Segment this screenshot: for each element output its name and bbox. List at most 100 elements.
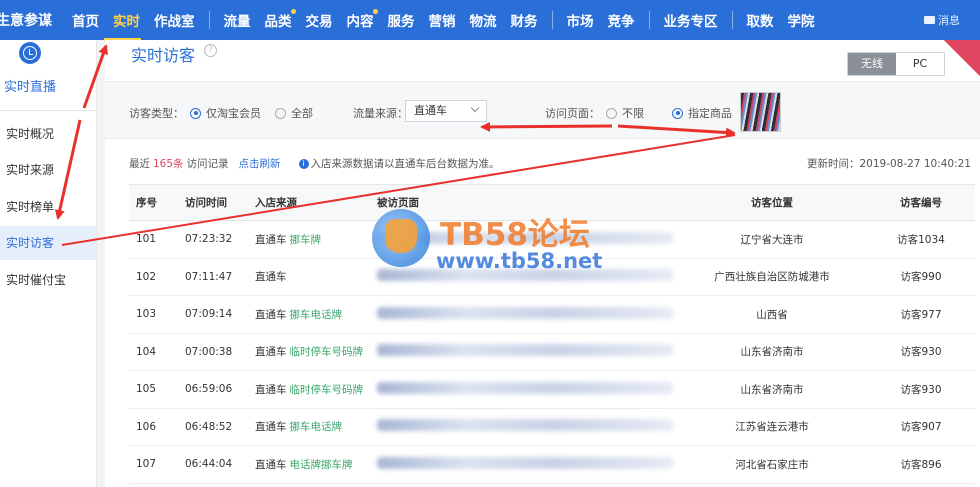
nav-item-4[interactable]: 品类 — [265, 9, 296, 30]
nav-item-12[interactable]: 竞争 — [608, 10, 635, 30]
radio-members-only-label[interactable]: 仅淘宝会员 — [206, 105, 261, 121]
nav-item-2[interactable]: 作战室 — [154, 10, 195, 30]
top-nav: 生意参谋 首页 实时 作战室 流量 品类 交易 内容 服务 营销 物流 财务 市场 竞争 业务专区 取数 学院… — [0, 0, 980, 40]
cell-no: 101 — [129, 220, 185, 259]
col-source: 入店来源 — [255, 184, 377, 221]
radio-unlimited[interactable] — [606, 107, 617, 119]
nav-item-10[interactable]: 财务 — [511, 10, 538, 30]
cell-source: 直通车 临时停车号码牌 — [255, 333, 377, 371]
cell-location: 江苏省连云港市 — [677, 408, 867, 446]
table-row: 104 07:00:38 直通车 临时停车号码牌 山东省济南市 访客930 — [129, 333, 975, 371]
cell-page[interactable] — [377, 408, 677, 446]
envelope-icon — [924, 16, 935, 24]
cell-source: 直通车 电话牌挪车牌 — [255, 445, 377, 484]
nav-item-7[interactable]: 服务 — [388, 10, 415, 30]
col-no: 序号 — [129, 184, 185, 221]
cell-visitor-id: 访客896 — [867, 445, 975, 484]
cell-no: 102 — [129, 258, 185, 296]
cell-page[interactable] — [377, 295, 677, 334]
hand-icon — [385, 219, 417, 253]
radio-unlimited-label[interactable]: 不限 — [622, 105, 644, 121]
sidebar-item-visitors[interactable]: 实时访客 — [0, 226, 96, 260]
source-keyword: 临时停车号码牌 — [289, 383, 364, 396]
nav-item-8[interactable]: 营销 — [429, 10, 456, 30]
cell-time: 07:00:38 — [185, 333, 255, 371]
watermark: TB58论坛 www.tb58.net — [372, 207, 612, 289]
help-icon[interactable]: ? — [204, 44, 217, 57]
nav-item-0[interactable]: 首页 — [72, 10, 99, 30]
cell-location: 山东省济南市 — [677, 370, 867, 409]
nav-item-new-dot-icon — [290, 9, 296, 14]
nav-menu: 首页 实时 作战室 流量 品类 交易 内容 服务 营销 物流 财务 市场 竞争 业务专区 取数 学院 — [58, 9, 815, 30]
cell-no: 104 — [129, 333, 185, 371]
visitor-type-filter: 访客类型： 仅淘宝会员 全部 — [129, 105, 313, 121]
table-row: 105 06:59:06 直通车 临时停车号码牌 山东省济南市 访客930 — [129, 370, 975, 409]
sidebar-item-overview[interactable]: 实时概况 — [0, 117, 96, 151]
sidebar-item-payment-reminder[interactable]: 实时催付宝 — [0, 263, 96, 297]
table-row: 106 06:48:52 直通车 挪车电话牌 江苏省连云港市 访客907 — [129, 408, 975, 446]
source-notice: 入店来源数据请以直通车后台数据为准。 — [310, 158, 500, 170]
radio-specified-item-label[interactable]: 指定商品 — [688, 105, 732, 121]
source-name: 直通车 — [255, 346, 287, 359]
cell-page[interactable] — [377, 445, 677, 484]
source-keyword: 临时停车号码牌 — [289, 346, 364, 359]
cell-no: 103 — [129, 295, 185, 334]
nav-item-11[interactable]: 市场 — [567, 10, 594, 30]
nav-item-new-dot-icon — [372, 9, 378, 14]
nav-item-5[interactable]: 交易 — [306, 10, 333, 30]
visit-page-label: 访问页面： — [545, 107, 600, 120]
traffic-source-select[interactable]: 直通车 — [405, 100, 487, 122]
blurred-page-title — [377, 456, 673, 469]
cell-page[interactable] — [377, 333, 677, 371]
nav-item-15[interactable]: 学院 — [788, 10, 815, 30]
col-visitor-id: 访客编号 — [867, 184, 975, 221]
cell-source: 直通车 临时停车号码牌 — [255, 370, 377, 409]
sidebar-title[interactable]: 实时直播 — [4, 76, 56, 95]
cell-time: 06:44:04 — [185, 445, 255, 484]
refresh-link[interactable]: 点击刷新 — [239, 156, 281, 171]
nav-item-9[interactable]: 物流 — [470, 10, 497, 30]
radio-all-label[interactable]: 全部 — [291, 105, 313, 121]
table-row: 107 06:44:04 直通车 电话牌挪车牌 河北省石家庄市 访客896 — [129, 445, 975, 484]
nav-item-6[interactable]: 内容 — [347, 9, 378, 30]
traffic-source-label: 流量来源： — [353, 107, 408, 120]
source-name: 直通车 — [255, 233, 287, 246]
tab-pc[interactable]: PC — [896, 53, 944, 75]
corner-ribbon — [944, 40, 980, 76]
nav-item-14[interactable]: 取数 — [747, 10, 774, 30]
page-title: 实时访客 — [131, 46, 196, 65]
sidebar-item-sources[interactable]: 实时来源 — [0, 153, 96, 187]
brand-logo[interactable]: 生意参谋 — [0, 10, 58, 30]
cell-no: 105 — [129, 370, 185, 409]
info-icon: i — [298, 158, 309, 169]
tab-wireless[interactable]: 无线 — [848, 53, 896, 75]
col-time: 访问时间 — [185, 184, 255, 221]
radio-all[interactable] — [275, 107, 286, 119]
record-summary: 最近 165条 访问记录 点击刷新 i 入店来源数据请以直通车后台数据为准。 — [129, 156, 500, 171]
nav-divider — [208, 11, 210, 29]
cell-location: 山东省济南市 — [677, 333, 867, 371]
cell-time: 07:23:32 — [185, 220, 255, 259]
cell-time: 07:09:14 — [185, 295, 255, 334]
source-name: 直通车 — [255, 271, 287, 284]
sidebar-item-ranking[interactable]: 实时榜单 — [0, 190, 96, 224]
source-keyword: 挪车电话牌 — [289, 308, 343, 321]
product-thumbnail[interactable] — [740, 92, 781, 132]
nav-item-13[interactable]: 业务专区 — [664, 10, 718, 30]
message-link[interactable]: 消息 — [924, 12, 960, 28]
cell-page[interactable] — [377, 370, 677, 409]
cell-location: 山西省 — [677, 295, 867, 334]
message-label: 消息 — [938, 14, 960, 27]
nav-item-1[interactable]: 实时 — [113, 10, 140, 30]
visit-page-filter: 访问页面： 不限 指定商品 — [545, 105, 732, 121]
radio-members-only[interactable] — [190, 107, 201, 119]
blurred-page-title — [377, 419, 673, 432]
cell-time: 07:11:47 — [185, 258, 255, 296]
nav-item-3[interactable]: 流量 — [224, 10, 251, 30]
sidebar: 实时直播 实时概况 实时来源 实时榜单 实时访客 实时催付宝 — [0, 40, 97, 487]
col-location: 访客位置 — [677, 184, 867, 221]
source-keyword: 挪车牌 — [289, 233, 322, 246]
traffic-source-value: 直通车 — [414, 104, 447, 117]
visitor-table-section: 最近 165条 访问记录 点击刷新 i 入店来源数据请以直通车后台数据为准。 更… — [129, 144, 975, 487]
radio-specified-item[interactable] — [672, 107, 683, 119]
